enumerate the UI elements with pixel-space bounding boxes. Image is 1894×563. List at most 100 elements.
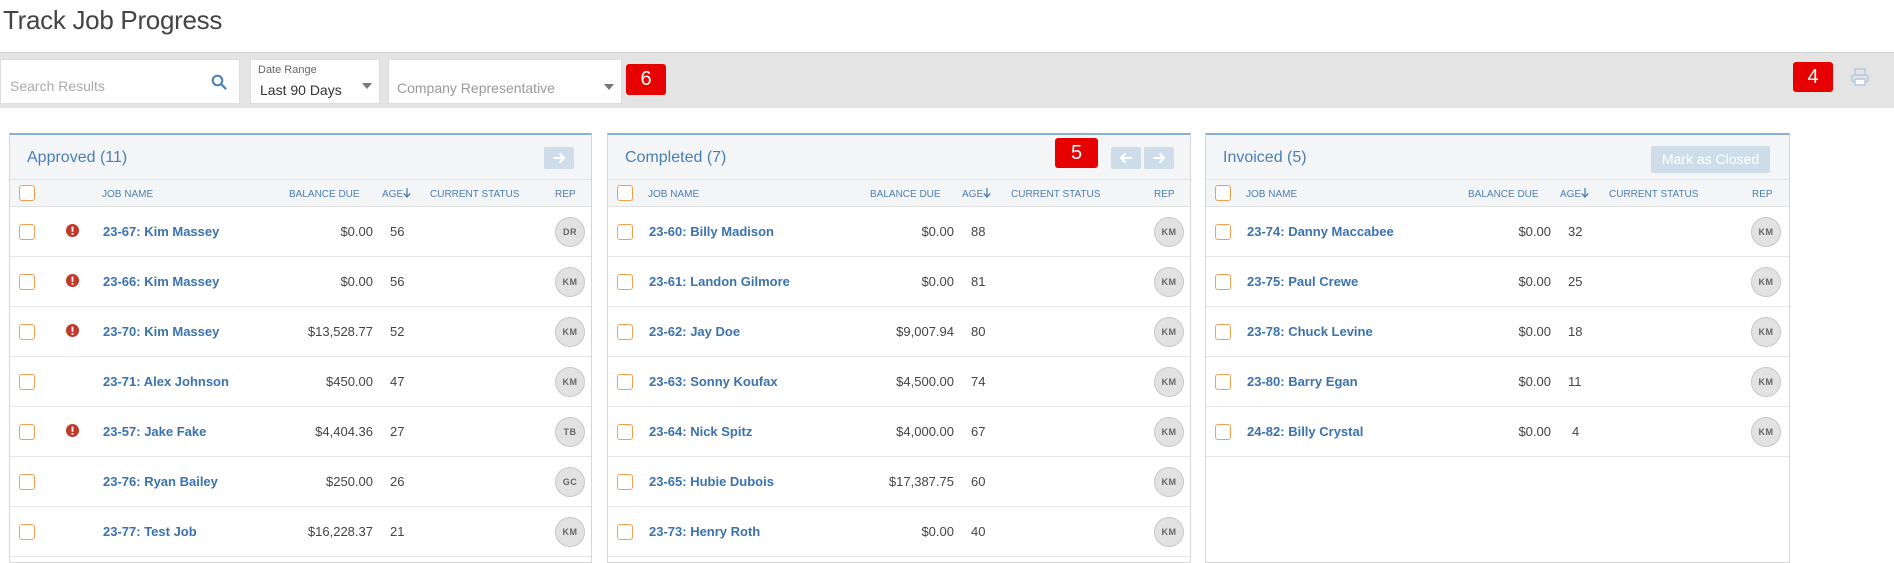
table-row[interactable]: 23-71: Alex Johnson $450.00 47 KM xyxy=(10,357,591,407)
avatar[interactable]: KM xyxy=(1751,417,1781,447)
table-row[interactable]: 23-66: Kim Massey $0.00 56 KM xyxy=(10,257,591,307)
job-name-link[interactable]: 23-61: Landon Gilmore xyxy=(649,274,790,289)
job-name-link[interactable]: 23-74: Danny Maccabee xyxy=(1247,224,1394,239)
avatar[interactable]: KM xyxy=(555,317,585,347)
search-input[interactable] xyxy=(8,77,203,95)
avatar[interactable]: GC xyxy=(555,467,585,497)
job-name-link[interactable]: 23-62: Jay Doe xyxy=(649,324,740,339)
job-name-link[interactable]: 23-80: Barry Egan xyxy=(1247,374,1358,389)
job-name-link[interactable]: 23-78: Chuck Levine xyxy=(1247,324,1373,339)
avatar[interactable]: KM xyxy=(1154,317,1184,347)
invoiced-select-all-checkbox[interactable] xyxy=(1215,185,1231,201)
row-checkbox[interactable] xyxy=(19,524,35,540)
row-checkbox[interactable] xyxy=(19,324,35,340)
table-row[interactable]: 23-60: Billy Madison $0.00 88 KM xyxy=(608,207,1190,257)
column-balance-due[interactable]: BALANCE DUE xyxy=(1468,189,1539,200)
column-age[interactable]: AGE xyxy=(382,189,403,200)
row-checkbox[interactable] xyxy=(1215,274,1231,290)
column-job-name[interactable]: JOB NAME xyxy=(1246,189,1297,200)
avatar[interactable]: KM xyxy=(1154,517,1184,547)
avatar[interactable]: KM xyxy=(1154,367,1184,397)
avatar[interactable]: KM xyxy=(1751,267,1781,297)
table-row[interactable]: 23-77: Test Job $16,228.37 21 KM xyxy=(10,507,591,557)
avatar[interactable]: KM xyxy=(1154,267,1184,297)
job-name-link[interactable]: 23-76: Ryan Bailey xyxy=(103,474,218,489)
column-age[interactable]: AGE xyxy=(1560,189,1581,200)
row-checkbox[interactable] xyxy=(19,374,35,390)
table-row[interactable]: 23-65: Hubie Dubois $17,387.75 60 KM xyxy=(608,457,1190,507)
table-row[interactable]: 23-70: Kim Massey $13,528.77 52 KM xyxy=(10,307,591,357)
row-checkbox[interactable] xyxy=(617,374,633,390)
completed-next-button[interactable] xyxy=(1144,147,1174,169)
job-name-link[interactable]: 23-57: Jake Fake xyxy=(103,424,206,439)
avatar[interactable]: KM xyxy=(555,517,585,547)
job-name-link[interactable]: 23-77: Test Job xyxy=(103,524,197,539)
avatar[interactable]: KM xyxy=(1751,217,1781,247)
avatar[interactable]: KM xyxy=(1751,367,1781,397)
column-age[interactable]: AGE xyxy=(962,189,983,200)
table-row[interactable]: 23-63: Sonny Koufax $4,500.00 74 KM xyxy=(608,357,1190,407)
job-name-link[interactable]: 23-75: Paul Crewe xyxy=(1247,274,1358,289)
column-current-status[interactable]: CURRENT STATUS xyxy=(1609,189,1698,200)
column-current-status[interactable]: CURRENT STATUS xyxy=(1011,189,1100,200)
job-name-link[interactable]: 23-70: Kim Massey xyxy=(103,324,219,339)
date-range-select[interactable]: Date Range Last 90 Days xyxy=(250,59,380,104)
column-job-name[interactable]: JOB NAME xyxy=(648,189,699,200)
job-name-link[interactable]: 23-63: Sonny Koufax xyxy=(649,374,778,389)
column-current-status[interactable]: CURRENT STATUS xyxy=(430,189,519,200)
approved-next-button[interactable] xyxy=(544,147,574,169)
row-checkbox[interactable] xyxy=(617,424,633,440)
row-checkbox[interactable] xyxy=(617,224,633,240)
column-job-name[interactable]: JOB NAME xyxy=(102,189,153,200)
table-row[interactable]: 23-67: Kim Massey $0.00 56 DR xyxy=(10,207,591,257)
table-row[interactable]: 23-78: Chuck Levine $0.00 18 KM xyxy=(1206,307,1789,357)
row-checkbox[interactable] xyxy=(19,424,35,440)
column-rep[interactable]: REP xyxy=(1752,189,1773,200)
row-checkbox[interactable] xyxy=(1215,224,1231,240)
table-row[interactable]: 24-82: Billy Crystal $0.00 4 KM xyxy=(1206,407,1789,457)
completed-select-all-checkbox[interactable] xyxy=(617,185,633,201)
avatar[interactable]: DR xyxy=(555,217,585,247)
job-name-link[interactable]: 23-64: Nick Spitz xyxy=(649,424,752,439)
column-rep[interactable]: REP xyxy=(1154,189,1175,200)
job-name-link[interactable]: 23-73: Henry Roth xyxy=(649,524,760,539)
row-checkbox[interactable] xyxy=(617,274,633,290)
row-checkbox[interactable] xyxy=(19,224,35,240)
search-box[interactable] xyxy=(0,59,240,104)
row-checkbox[interactable] xyxy=(1215,424,1231,440)
column-balance-due[interactable]: BALANCE DUE xyxy=(870,189,941,200)
table-row[interactable]: 23-62: Jay Doe $9,007.94 80 KM xyxy=(608,307,1190,357)
avatar[interactable]: KM xyxy=(1154,417,1184,447)
row-checkbox[interactable] xyxy=(617,474,633,490)
print-icon[interactable] xyxy=(1850,67,1870,87)
table-row[interactable]: 23-75: Paul Crewe $0.00 25 KM xyxy=(1206,257,1789,307)
approved-select-all-checkbox[interactable] xyxy=(19,185,35,201)
job-name-link[interactable]: 23-67: Kim Massey xyxy=(103,224,219,239)
row-checkbox[interactable] xyxy=(19,474,35,490)
row-checkbox[interactable] xyxy=(617,324,633,340)
company-representative-select[interactable]: Company Representative xyxy=(388,59,622,104)
avatar[interactable]: KM xyxy=(555,367,585,397)
row-checkbox[interactable] xyxy=(1215,374,1231,390)
job-name-link[interactable]: 23-65: Hubie Dubois xyxy=(649,474,774,489)
row-checkbox[interactable] xyxy=(617,524,633,540)
table-row[interactable]: 23-57: Jake Fake $4,404.36 27 TB xyxy=(10,407,591,457)
row-checkbox[interactable] xyxy=(1215,324,1231,340)
row-checkbox[interactable] xyxy=(19,274,35,290)
job-name-link[interactable]: 23-60: Billy Madison xyxy=(649,224,774,239)
table-row[interactable]: 23-80: Barry Egan $0.00 11 KM xyxy=(1206,357,1789,407)
column-balance-due[interactable]: BALANCE DUE xyxy=(289,189,360,200)
search-icon[interactable] xyxy=(211,74,227,90)
table-row[interactable]: 23-76: Ryan Bailey $250.00 26 GC xyxy=(10,457,591,507)
column-rep[interactable]: REP xyxy=(555,189,576,200)
avatar[interactable]: TB xyxy=(555,417,585,447)
avatar[interactable]: KM xyxy=(1154,217,1184,247)
table-row[interactable]: 23-73: Henry Roth $0.00 40 KM xyxy=(608,507,1190,557)
job-name-link[interactable]: 24-82: Billy Crystal xyxy=(1247,424,1363,439)
avatar[interactable]: KM xyxy=(1751,317,1781,347)
job-name-link[interactable]: 23-66: Kim Massey xyxy=(103,274,219,289)
job-name-link[interactable]: 23-71: Alex Johnson xyxy=(103,374,229,389)
table-row[interactable]: 23-74: Danny Maccabee $0.00 32 KM xyxy=(1206,207,1789,257)
table-row[interactable]: 23-61: Landon Gilmore $0.00 81 KM xyxy=(608,257,1190,307)
table-row[interactable]: 23-64: Nick Spitz $4,000.00 67 KM xyxy=(608,407,1190,457)
